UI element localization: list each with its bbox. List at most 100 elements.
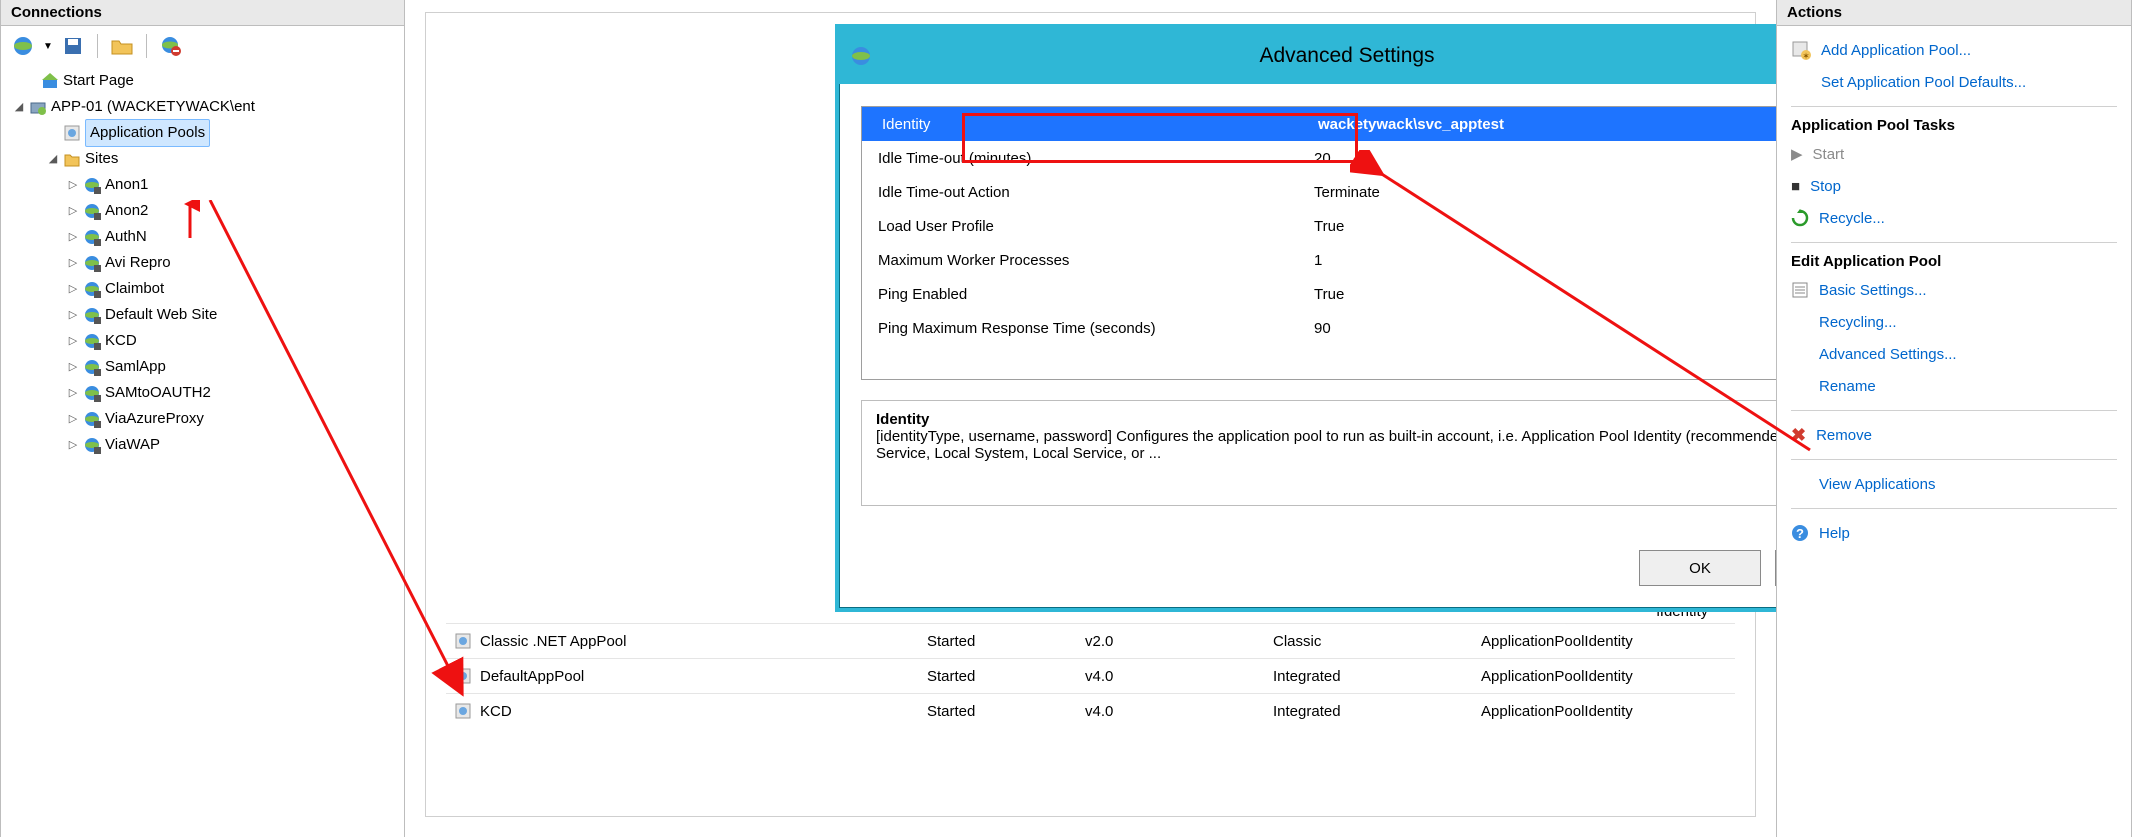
property-row[interactable]: Ping EnabledTrue: [862, 277, 1777, 311]
tree-site[interactable]: ▷Anon1: [7, 172, 404, 198]
start-action: ▶Start: [1791, 138, 2117, 170]
site-icon: [83, 280, 101, 298]
tree-start-page[interactable]: Start Page: [7, 68, 404, 94]
site-icon: [83, 358, 101, 376]
app-pool-table[interactable]: Classic .NET AppPoolStartedv2.0ClassicAp…: [446, 623, 1735, 728]
property-name: Load User Profile: [862, 218, 1308, 235]
connections-panel: Connections ▼ Start Page ◢APP-01 (WACKET…: [0, 0, 405, 837]
tree-site[interactable]: ▷KCD: [7, 328, 404, 354]
tree-site[interactable]: ▷AuthN: [7, 224, 404, 250]
property-value[interactable]: 1: [1308, 252, 1777, 269]
site-icon: [83, 202, 101, 220]
edit-header: Edit Application Pool: [1791, 253, 2117, 270]
property-value[interactable]: 90: [1308, 320, 1777, 337]
advanced-settings-dialog: Advanced Settings ? X Identitywacketywac…: [835, 24, 1777, 612]
add-pool-icon: ✶: [1791, 40, 1811, 60]
property-row[interactable]: Idle Time-out (minutes)20: [862, 141, 1777, 175]
folder-icon: [63, 150, 81, 168]
recycling-action[interactable]: Recycling...: [1791, 306, 2117, 338]
dialog-titlebar[interactable]: Advanced Settings ? X: [839, 28, 1777, 84]
advanced-settings-action[interactable]: Advanced Settings...: [1791, 338, 2117, 370]
app-pool-icon: [454, 667, 472, 685]
remove-connection-icon[interactable]: [157, 32, 185, 60]
tree-site[interactable]: ▷Avi Repro: [7, 250, 404, 276]
connections-tree[interactable]: Start Page ◢APP-01 (WACKETYWACK\ent Appl…: [1, 66, 404, 458]
tree-site[interactable]: ▷Anon2: [7, 198, 404, 224]
connections-toolbar: ▼: [1, 26, 404, 66]
property-row[interactable]: Idle Time-out ActionTerminate: [862, 175, 1777, 209]
tree-site[interactable]: ▷SAMtoOAUTH2: [7, 380, 404, 406]
property-row[interactable]: Load User ProfileTrue: [862, 209, 1777, 243]
property-value[interactable]: 20: [1308, 150, 1777, 167]
site-icon: [83, 332, 101, 350]
dialog-title: Advanced Settings: [883, 44, 1777, 68]
property-value[interactable]: Terminate: [1308, 184, 1777, 201]
sheet-icon: [1791, 281, 1809, 299]
tree-site[interactable]: ▷Claimbot: [7, 276, 404, 302]
ok-button[interactable]: OK: [1639, 550, 1761, 586]
desc-body: [identityType, username, password] Confi…: [876, 428, 1777, 462]
property-value[interactable]: True: [1308, 286, 1777, 303]
main-panel: ated with wo lIdentitylIdentitylIdentity…: [405, 0, 1777, 837]
table-row[interactable]: DefaultAppPoolStartedv4.0IntegratedAppli…: [446, 658, 1735, 693]
remove-icon: ✖: [1791, 425, 1806, 446]
property-row[interactable]: Ping Maximum Response Time (seconds)90: [862, 311, 1777, 345]
connect-icon[interactable]: [9, 32, 37, 60]
desc-title: Identity: [876, 411, 1777, 428]
play-icon: ▶: [1791, 145, 1803, 163]
tasks-header: Application Pool Tasks: [1791, 117, 2117, 134]
recycle-icon: [1791, 209, 1809, 227]
property-value[interactable]: True: [1308, 218, 1777, 235]
save-icon[interactable]: [59, 32, 87, 60]
svg-text:?: ?: [1796, 526, 1804, 541]
property-name: Idle Time-out (minutes): [862, 150, 1308, 167]
recycle-action[interactable]: Recycle...: [1791, 202, 2117, 234]
property-row[interactable]: Maximum Worker Processes1: [862, 243, 1777, 277]
remove-action[interactable]: ✖Remove: [1791, 419, 2117, 451]
property-name: Idle Time-out Action: [862, 184, 1308, 201]
property-name: Maximum Worker Processes: [862, 252, 1308, 269]
help-icon: ?: [1791, 524, 1809, 542]
property-description: Identity [identityType, username, passwo…: [861, 400, 1777, 506]
property-value[interactable]: wacketywack\svc_apptest...: [1312, 112, 1777, 136]
set-defaults-action[interactable]: Set Application Pool Defaults...: [1791, 66, 2117, 98]
tree-site[interactable]: ▷SamlApp: [7, 354, 404, 380]
actions-panel: Actions ✶Add Application Pool... Set App…: [1777, 0, 2132, 837]
open-icon[interactable]: [108, 32, 136, 60]
site-icon: [83, 306, 101, 324]
tree-site[interactable]: ▷ViaWAP: [7, 432, 404, 458]
tree-site[interactable]: ▷ViaAzureProxy: [7, 406, 404, 432]
cancel-button[interactable]: Cancel: [1775, 550, 1777, 586]
tree-app-pools[interactable]: Application Pools: [7, 120, 404, 146]
stop-icon: ■: [1791, 178, 1800, 195]
view-apps-action[interactable]: View Applications: [1791, 468, 2117, 500]
dropdown-icon[interactable]: ▼: [43, 41, 53, 52]
property-name: Ping Enabled: [862, 286, 1308, 303]
actions-title: Actions: [1777, 0, 2131, 26]
rename-action[interactable]: Rename: [1791, 370, 2117, 402]
tree-sites[interactable]: ◢Sites: [7, 146, 404, 172]
help-action[interactable]: ?Help: [1791, 517, 2117, 549]
site-icon: [83, 436, 101, 454]
app-pool-icon: [454, 632, 472, 650]
property-grid[interactable]: Identitywacketywack\svc_apptest...Idle T…: [861, 106, 1777, 380]
tree-site[interactable]: ▷Default Web Site: [7, 302, 404, 328]
property-name: Identity: [866, 116, 1312, 133]
tree-server[interactable]: ◢APP-01 (WACKETYWACK\ent: [7, 94, 404, 120]
add-app-pool-action[interactable]: ✶Add Application Pool...: [1791, 34, 2117, 66]
table-row[interactable]: KCDStartedv4.0IntegratedApplicationPoolI…: [446, 693, 1735, 728]
table-row[interactable]: Classic .NET AppPoolStartedv2.0ClassicAp…: [446, 623, 1735, 658]
site-icon: [83, 176, 101, 194]
site-icon: [83, 410, 101, 428]
connections-title: Connections: [1, 0, 404, 26]
home-icon: [41, 72, 59, 90]
server-icon: [29, 98, 47, 116]
site-icon: [83, 254, 101, 272]
site-icon: [83, 228, 101, 246]
app-pool-icon: [454, 702, 472, 720]
property-row[interactable]: Identitywacketywack\svc_apptest...: [862, 107, 1777, 141]
property-name: Ping Maximum Response Time (seconds): [862, 320, 1308, 337]
basic-settings-action[interactable]: Basic Settings...: [1791, 274, 2117, 306]
svg-text:✶: ✶: [1802, 51, 1810, 60]
stop-action[interactable]: ■Stop: [1791, 170, 2117, 202]
